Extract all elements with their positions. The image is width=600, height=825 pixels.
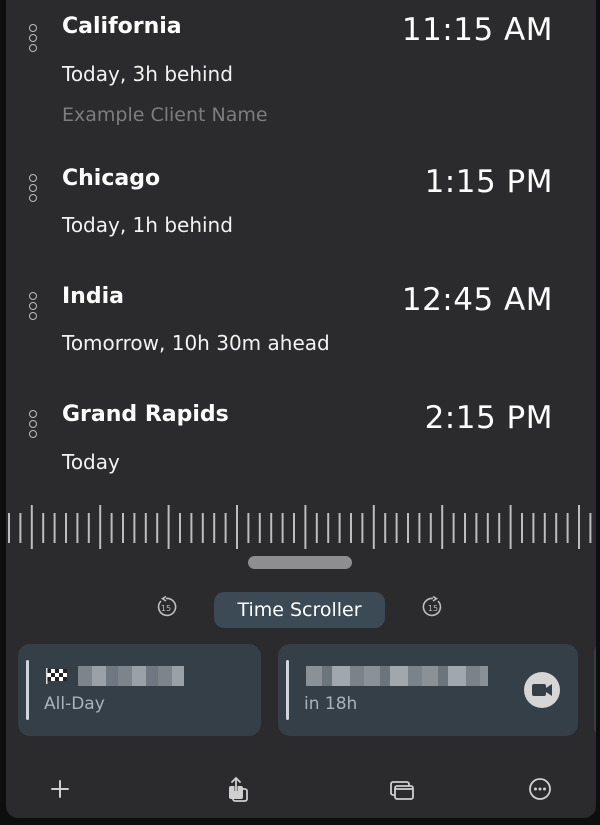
- relative-time: Today, 3h behind: [62, 62, 233, 86]
- event-card-partial[interactable]: [594, 644, 596, 736]
- share-icon[interactable]: [224, 775, 252, 803]
- checkered-flag-icon: [46, 668, 67, 684]
- skip-forward-label: 15: [428, 604, 438, 613]
- plus-icon[interactable]: [46, 775, 74, 803]
- event-color-bar: [26, 660, 29, 720]
- join-video-button[interactable]: [524, 672, 560, 708]
- city-time: 11:15 AM: [401, 12, 553, 48]
- world-clock-panel: California 11:15 AM Today, 3h behind Exa…: [6, 0, 596, 818]
- bottom-toolbar: [6, 765, 596, 813]
- city-name: India: [62, 284, 124, 309]
- drag-handle-icon[interactable]: [29, 174, 39, 202]
- relative-time: Today, 1h behind: [62, 213, 233, 237]
- city-time: 2:15 PM: [424, 400, 553, 436]
- drag-handle-icon[interactable]: [29, 410, 39, 438]
- city-time: 1:15 PM: [424, 164, 553, 200]
- time-scroller-button[interactable]: Time Scroller: [214, 592, 385, 628]
- event-color-bar: [286, 660, 289, 720]
- relative-time: Tomorrow, 10h 30m ahead: [62, 331, 330, 355]
- event-card-meeting[interactable]: in 18h: [278, 644, 578, 736]
- event-meta: All-Day: [44, 694, 105, 714]
- video-camera-icon: [532, 684, 552, 696]
- time-ruler[interactable]: [6, 505, 596, 550]
- event-card-all-day[interactable]: All-Day: [18, 644, 261, 736]
- city-time: 12:45 AM: [401, 282, 553, 318]
- drag-handle-icon[interactable]: [29, 292, 39, 320]
- city-name: Chicago: [62, 166, 161, 191]
- redacted-event-title: [306, 666, 488, 686]
- relative-time: Today: [62, 450, 120, 474]
- scroll-grip-handle[interactable]: [248, 556, 352, 569]
- windows-icon[interactable]: [388, 775, 416, 803]
- event-meta: in 18h: [304, 694, 358, 714]
- more-icon[interactable]: [526, 775, 554, 803]
- skip-back-15-icon[interactable]: 15: [155, 596, 177, 618]
- city-name: Grand Rapids: [62, 402, 229, 427]
- client-note: Example Client Name: [62, 104, 268, 126]
- redacted-event-title: [78, 666, 184, 686]
- skip-forward-15-icon[interactable]: 15: [422, 596, 444, 618]
- skip-back-label: 15: [161, 604, 171, 613]
- drag-handle-icon[interactable]: [29, 24, 39, 52]
- time-scroller-controls: 15 Time Scroller 15: [6, 590, 596, 630]
- city-name: California: [62, 14, 182, 39]
